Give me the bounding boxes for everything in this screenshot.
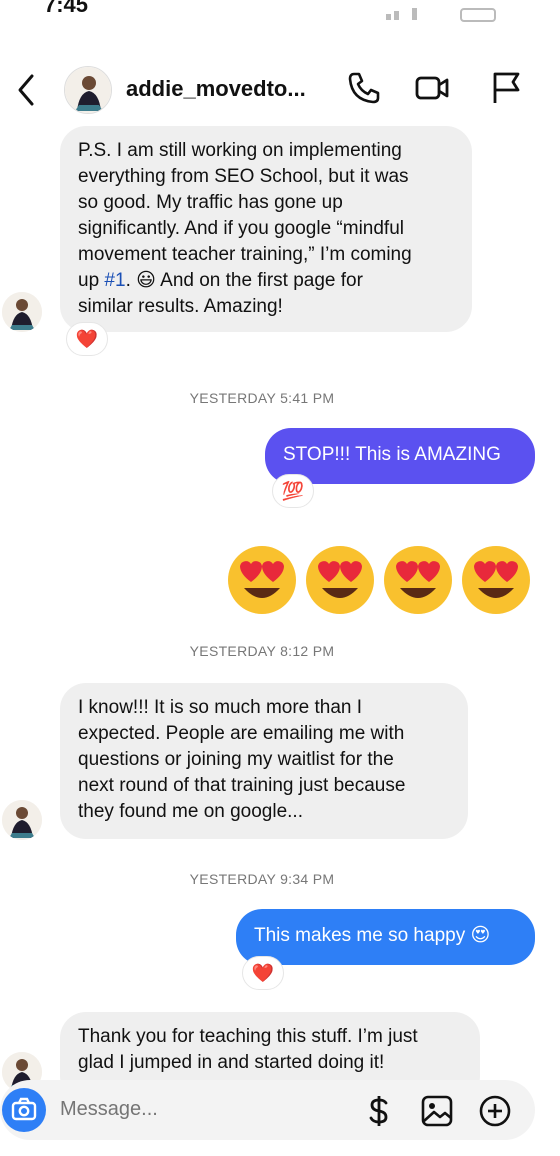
message-line: they found me on google...	[78, 801, 303, 822]
timestamp: YESTERDAY 8:12 PM	[189, 643, 335, 659]
heart-reaction[interactable]: ❤️	[242, 956, 284, 990]
message-line: questions or joining my waitlist for the	[78, 749, 394, 770]
add-plus-icon[interactable]	[478, 1094, 512, 1128]
camera-icon	[11, 1097, 37, 1121]
sender-avatar[interactable]	[2, 292, 42, 332]
phone-icon[interactable]	[346, 70, 382, 106]
message-line: P.S. I am still working on implementing	[78, 140, 402, 161]
signal-icon	[386, 8, 417, 20]
message-line: I know!!! It is so much more than I	[78, 697, 363, 718]
heart-reaction[interactable]: ❤️	[66, 322, 108, 356]
battery-icon	[460, 8, 496, 22]
message-line: movement teacher training,” I’m coming	[78, 244, 412, 265]
message-input[interactable]	[60, 1098, 340, 1121]
hundred-reaction[interactable]: 💯	[272, 474, 314, 508]
timestamp: YESTERDAY 9:34 PM	[189, 871, 335, 887]
chat-header: addie_movedto...	[0, 58, 560, 120]
message-line: similar results. Amazing!	[78, 296, 283, 317]
message-line: glad I jumped in and started doing it!	[78, 1052, 385, 1073]
profile-avatar[interactable]	[64, 66, 112, 114]
outgoing-message[interactable]: This makes me so happy 😍	[236, 909, 535, 965]
hashtag-link[interactable]: #1	[104, 270, 125, 291]
back-arrow-icon[interactable]	[14, 72, 38, 108]
video-call-icon[interactable]	[414, 70, 450, 106]
message-line: Thank you for teaching this stuff. I’m j…	[78, 1026, 418, 1047]
heart-eyes-emoji-icon	[384, 546, 452, 614]
chat-username[interactable]: addie_movedto...	[126, 76, 306, 102]
message-line: next round of that training just because	[78, 775, 406, 796]
heart-eyes-emoji-icon	[462, 546, 530, 614]
camera-button[interactable]	[2, 1088, 46, 1132]
heart-eyes-emoji-icon	[228, 546, 296, 614]
report-flag-icon[interactable]	[488, 70, 524, 106]
payment-dollar-icon[interactable]	[362, 1094, 396, 1128]
status-time: 7:45	[44, 0, 89, 17]
message-line: expected. People are emailing me with	[78, 723, 405, 744]
message-line: so good. My traffic has gone up	[78, 192, 343, 213]
sender-avatar[interactable]	[2, 800, 42, 840]
heart-eyes-emoji-icon	[306, 546, 374, 614]
incoming-message[interactable]: P.S. I am still working on implementing …	[60, 126, 472, 332]
message-composer	[0, 1080, 535, 1140]
message-line: significantly. And if you google “mindfu…	[78, 218, 404, 239]
timestamp: YESTERDAY 5:41 PM	[189, 390, 335, 406]
message-line: everything from SEO School, but it was	[78, 166, 409, 187]
status-bar: 7:45	[0, 0, 560, 30]
gallery-image-icon[interactable]	[420, 1094, 454, 1128]
incoming-message[interactable]: I know!!! It is so much more than I expe…	[60, 683, 468, 839]
message-line: up #1. 😃 And on the first page for	[78, 270, 363, 291]
